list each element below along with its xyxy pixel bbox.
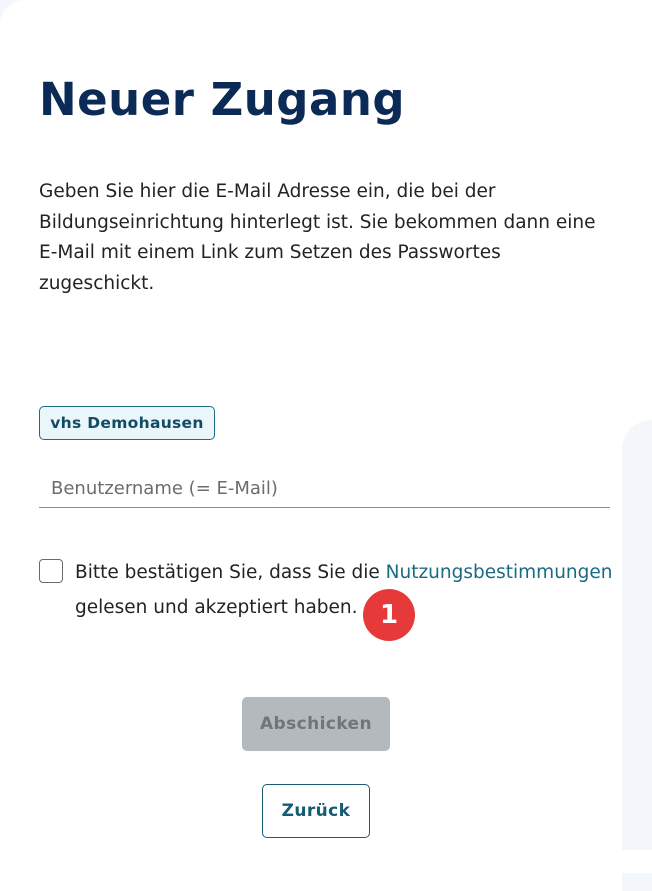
tenant-badge: vhs Demohausen [39,406,215,440]
username-email-input[interactable] [39,472,610,508]
intro-text: Geben Sie hier die E-Mail Adresse ein, d… [39,181,596,294]
step-number-badge: 1 [363,589,415,641]
background-decoration-right [622,420,652,850]
consent-text-after: gelesen und akzeptiert haben. [75,597,358,618]
terms-of-use-link[interactable]: Nutzungsbestimmungen [386,562,613,583]
back-button[interactable]: Zurück [262,784,370,838]
terms-consent-checkbox[interactable] [39,559,63,583]
consent-text-before: Bitte bestätigen Sie, dass Sie die [75,562,386,583]
new-account-card: Neuer Zugang Geben Sie hier die E-Mail A… [0,0,622,891]
submit-button[interactable]: Abschicken [242,697,390,751]
page-title: Neuer Zugang [39,73,406,126]
terms-consent-label: Bitte bestätigen Sie, dass Sie die Nutzu… [75,555,615,625]
